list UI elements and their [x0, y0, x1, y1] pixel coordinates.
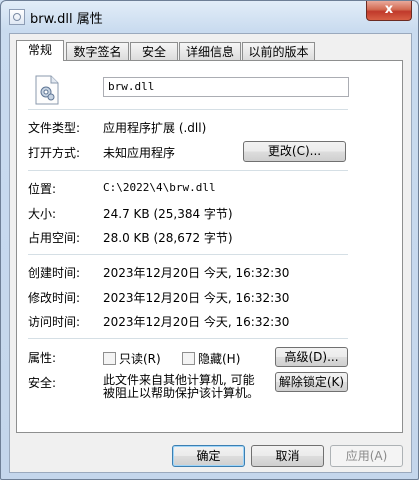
- hidden-checkbox[interactable]: 隐藏(H): [182, 350, 240, 367]
- general-panel: brw.dll 文件类型: 应用程序扩展 (.dll) 打开方式: 未知应用程序…: [16, 60, 403, 433]
- size-label: 大小:: [28, 207, 57, 221]
- size-on-disk-value: 28.0 KB (28,672 字节): [103, 231, 233, 245]
- close-button[interactable]: x: [366, 1, 412, 21]
- readonly-checkbox[interactable]: 只读(R): [103, 350, 161, 367]
- title-bar[interactable]: brw.dll 属性 x: [1, 1, 418, 31]
- change-button[interactable]: 更改(C)...: [243, 141, 346, 162]
- created-value: 2023年12月20日 今天, 16:32:30: [103, 266, 290, 280]
- properties-window: brw.dll 属性 x 常规 数字签名 安全 详细信息 以前的版本 brw.d…: [0, 0, 419, 480]
- cancel-button[interactable]: 取消: [251, 445, 324, 467]
- location-label: 位置:: [28, 182, 57, 196]
- hidden-checkbox-label: 隐藏(H): [198, 352, 241, 366]
- open-with-label: 打开方式:: [28, 146, 81, 160]
- tab-security[interactable]: 安全: [130, 42, 178, 60]
- modified-label: 修改时间:: [28, 291, 81, 305]
- modified-value: 2023年12月20日 今天, 16:32:30: [103, 291, 290, 305]
- readonly-checkbox-box[interactable]: [103, 352, 116, 365]
- security-label: 安全:: [28, 376, 57, 390]
- ok-button[interactable]: 确定: [172, 445, 245, 467]
- file-type-value: 应用程序扩展 (.dll): [103, 121, 207, 135]
- dll-file-icon: [35, 75, 59, 105]
- security-message-line2: 被阻止以帮助保护该计算机。: [103, 386, 260, 400]
- hidden-checkbox-box[interactable]: [182, 352, 195, 365]
- window-title: brw.dll 属性: [30, 12, 103, 27]
- separator: [28, 170, 348, 171]
- separator: [28, 254, 348, 255]
- dll-file-icon: [9, 9, 25, 25]
- tab-details[interactable]: 详细信息: [179, 42, 241, 60]
- separator: [28, 109, 348, 110]
- readonly-checkbox-label: 只读(R): [119, 352, 161, 366]
- file-name-field[interactable]: brw.dll: [103, 77, 349, 97]
- close-icon: x: [384, 2, 394, 17]
- created-label: 创建时间:: [28, 266, 81, 280]
- location-value: C:\2022\4\brw.dll: [103, 181, 216, 194]
- tab-digital-signatures[interactable]: 数字签名: [66, 42, 129, 60]
- dialog-client: 常规 数字签名 安全 详细信息 以前的版本 brw.dll 文件类型: 应用程序…: [9, 33, 412, 473]
- separator: [28, 338, 348, 339]
- accessed-label: 访问时间:: [28, 315, 81, 329]
- security-message: 此文件来自其他计算机, 可能 被阻止以帮助保护该计算机。: [103, 374, 273, 400]
- apply-button[interactable]: 应用(A): [330, 445, 403, 467]
- attributes-label: 属性:: [28, 351, 57, 365]
- tab-previous-versions[interactable]: 以前的版本: [242, 42, 315, 60]
- advanced-button[interactable]: 高级(D)...: [275, 347, 348, 367]
- size-value: 24.7 KB (25,384 字节): [103, 207, 233, 221]
- open-with-value: 未知应用程序: [103, 146, 176, 160]
- tab-general[interactable]: 常规: [16, 40, 64, 61]
- unblock-button[interactable]: 解除锁定(K): [275, 372, 348, 392]
- accessed-value: 2023年12月20日 今天, 16:32:30: [103, 315, 290, 329]
- size-on-disk-label: 占用空间:: [28, 231, 81, 245]
- file-type-label: 文件类型:: [28, 121, 81, 135]
